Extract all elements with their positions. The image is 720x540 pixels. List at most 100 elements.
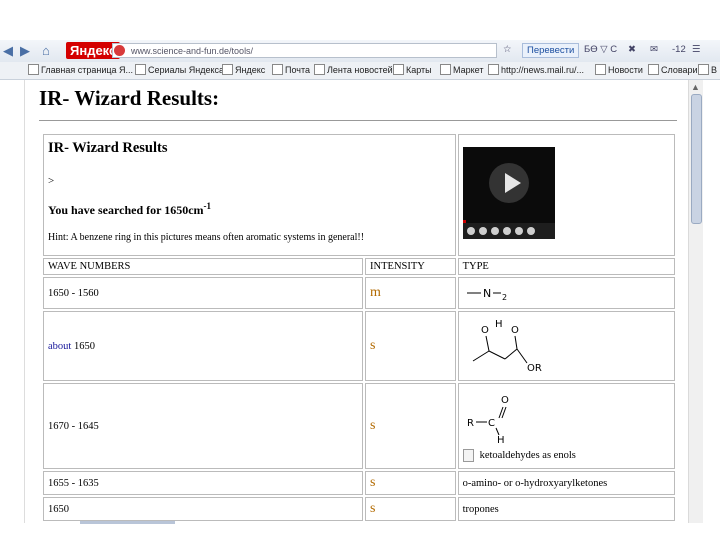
market-icon: [440, 64, 451, 75]
forward-arrow-icon[interactable]: ▶: [20, 43, 30, 59]
bookmark-item[interactable]: Яндекс: [222, 64, 265, 75]
browser-window: ◀ ▶ ⌂ Яндекс www.science-and-fun.de/tool…: [0, 0, 720, 540]
gt-symbol: >: [48, 175, 55, 187]
wave-cell: 1670 - 1645: [43, 383, 364, 469]
map-icon: [393, 64, 404, 75]
bookmark-item[interactable]: Лента новостей: [314, 64, 393, 75]
bookmark-item[interactable]: Главная страница Я...: [28, 64, 133, 75]
back-arrow-icon[interactable]: ◀: [3, 43, 13, 59]
more-icon: [698, 64, 709, 75]
bookmark-item[interactable]: Почта: [272, 64, 310, 75]
control-next-icon[interactable]: [502, 227, 511, 235]
svg-text:O: O: [481, 325, 489, 336]
svg-text:C: C: [488, 418, 495, 429]
wave-cell: about 1650: [43, 311, 364, 381]
control-volume-icon[interactable]: [514, 227, 523, 235]
vertical-scrollbar[interactable]: ▲: [688, 80, 703, 523]
site-icon: [114, 45, 125, 56]
table-row: 1670 - 1645 s O R C H ketoaldehydes as e…: [43, 383, 675, 469]
bookmark-item[interactable]: http://news.mail.ru/...: [488, 64, 584, 75]
play-icon: [504, 173, 521, 193]
intensity-cell: s: [365, 383, 456, 469]
svg-text:H: H: [497, 435, 505, 445]
address-bar[interactable]: www.science-and-fun.de/tools/: [112, 43, 497, 58]
dictionary-icon: [648, 64, 659, 75]
translate-button[interactable]: Перевести: [522, 43, 580, 58]
folder-icon: [135, 64, 146, 75]
results-table: IR- Wizard Results > You have searched f…: [41, 132, 677, 523]
table-header-row: WAVE NUMBERS INTENSITY TYPE: [43, 258, 675, 275]
page-title: IR- Wizard Results:: [39, 86, 220, 110]
table-row: 1655 - 1635 s o-amino- or o-hydroxyarylk…: [43, 471, 675, 495]
bookmark-item[interactable]: В: [698, 64, 717, 75]
info-cell: IR- Wizard Results > You have searched f…: [43, 134, 456, 256]
rss-icon: [314, 64, 325, 75]
svg-text:2: 2: [502, 293, 507, 302]
intensity-cell: s: [365, 471, 456, 495]
type-cell: O R C H ketoaldehydes as enols: [457, 383, 675, 469]
weather-counter[interactable]: -12: [672, 44, 686, 55]
hint-text: Hint: A benzene ring in this pictures me…: [48, 232, 365, 243]
type-cell: o-amino- or o-hydroxyarylketones: [457, 471, 675, 495]
wave-cell: 1650 - 1560: [43, 277, 364, 309]
nav-extra-text[interactable]: БӨ ▽ C: [584, 44, 617, 55]
intensity-cell: s: [365, 497, 456, 521]
bookmark-item[interactable]: Сериалы Яндекса: [135, 64, 224, 75]
bookmark-star-icon[interactable]: ☆: [503, 44, 512, 55]
svg-text:R: R: [467, 418, 474, 429]
news-icon: [595, 64, 606, 75]
bookmark-item[interactable]: Маркет: [440, 64, 483, 75]
page-viewport: IR- Wizard Results: IR- Wizard Results >…: [24, 80, 689, 523]
table-row: 1650 s tropones: [43, 497, 675, 521]
bookmark-item[interactable]: Новости: [595, 64, 643, 75]
control-stop-icon[interactable]: [478, 227, 487, 235]
scroll-up-icon[interactable]: ▲: [691, 82, 700, 92]
table-row: 1650 - 1560 m N 2: [43, 277, 675, 309]
svg-text:H: H: [495, 319, 503, 330]
yandex-icon: [222, 64, 233, 75]
intensity-cell: s: [365, 311, 456, 381]
video-controls: [462, 223, 555, 239]
svg-text:O: O: [501, 395, 509, 406]
mail-icon: [272, 64, 283, 75]
video-cell: [457, 134, 675, 256]
bookmarks-bar: Главная страница Я... Сериалы Яндекса Ян…: [0, 62, 720, 80]
control-play-icon[interactable]: [466, 227, 475, 235]
about-link[interactable]: about: [48, 341, 71, 352]
title-divider: [39, 120, 677, 121]
wave-cell: 1655 - 1635: [43, 471, 364, 495]
mail-icon[interactable]: ✉: [650, 44, 658, 55]
page-icon: [28, 64, 39, 75]
type-cell: N 2: [457, 277, 675, 309]
home-icon[interactable]: ⌂: [42, 43, 50, 58]
results-subtitle: IR- Wizard Results: [48, 140, 168, 156]
type-caption: ketoaldehydes as enols: [462, 448, 670, 462]
type-cell: O H O OR: [457, 311, 675, 381]
extension-icon[interactable]: ☰: [692, 44, 701, 55]
navigation-bar: ◀ ▶ ⌂ Яндекс www.science-and-fun.de/tool…: [0, 40, 720, 63]
table-row: IR- Wizard Results > You have searched f…: [43, 134, 675, 256]
control-prev-icon[interactable]: [490, 227, 499, 235]
header-type: TYPE: [457, 258, 675, 275]
stop-icon[interactable]: ✖: [628, 44, 636, 55]
scroll-thumb[interactable]: [691, 94, 702, 224]
intensity-cell: m: [365, 277, 456, 309]
search-summary: You have searched for 1650cm-1: [48, 201, 212, 217]
page-icon: [488, 64, 499, 75]
table-row: about 1650 s O H O OR: [43, 311, 675, 381]
svg-text:O: O: [511, 325, 519, 336]
video-player[interactable]: [462, 147, 555, 239]
enol-structure-icon: O H O OR: [472, 319, 542, 374]
header-intensity: INTENSITY: [365, 258, 456, 275]
control-fullscreen-icon[interactable]: [526, 227, 535, 235]
wave-cell: 1650: [43, 497, 364, 521]
broken-image-icon: [462, 448, 474, 462]
horizontal-scroll-thumb[interactable]: [80, 521, 175, 524]
type-cell: tropones: [457, 497, 675, 521]
header-wave-numbers: WAVE NUMBERS: [43, 258, 364, 275]
svg-text:OR: OR: [527, 363, 542, 374]
svg-text:N: N: [483, 287, 491, 300]
bookmark-item[interactable]: Словари: [648, 64, 698, 75]
bookmark-item[interactable]: Карты: [393, 64, 432, 75]
aldehyde-structure-icon: O R C H: [467, 395, 509, 445]
